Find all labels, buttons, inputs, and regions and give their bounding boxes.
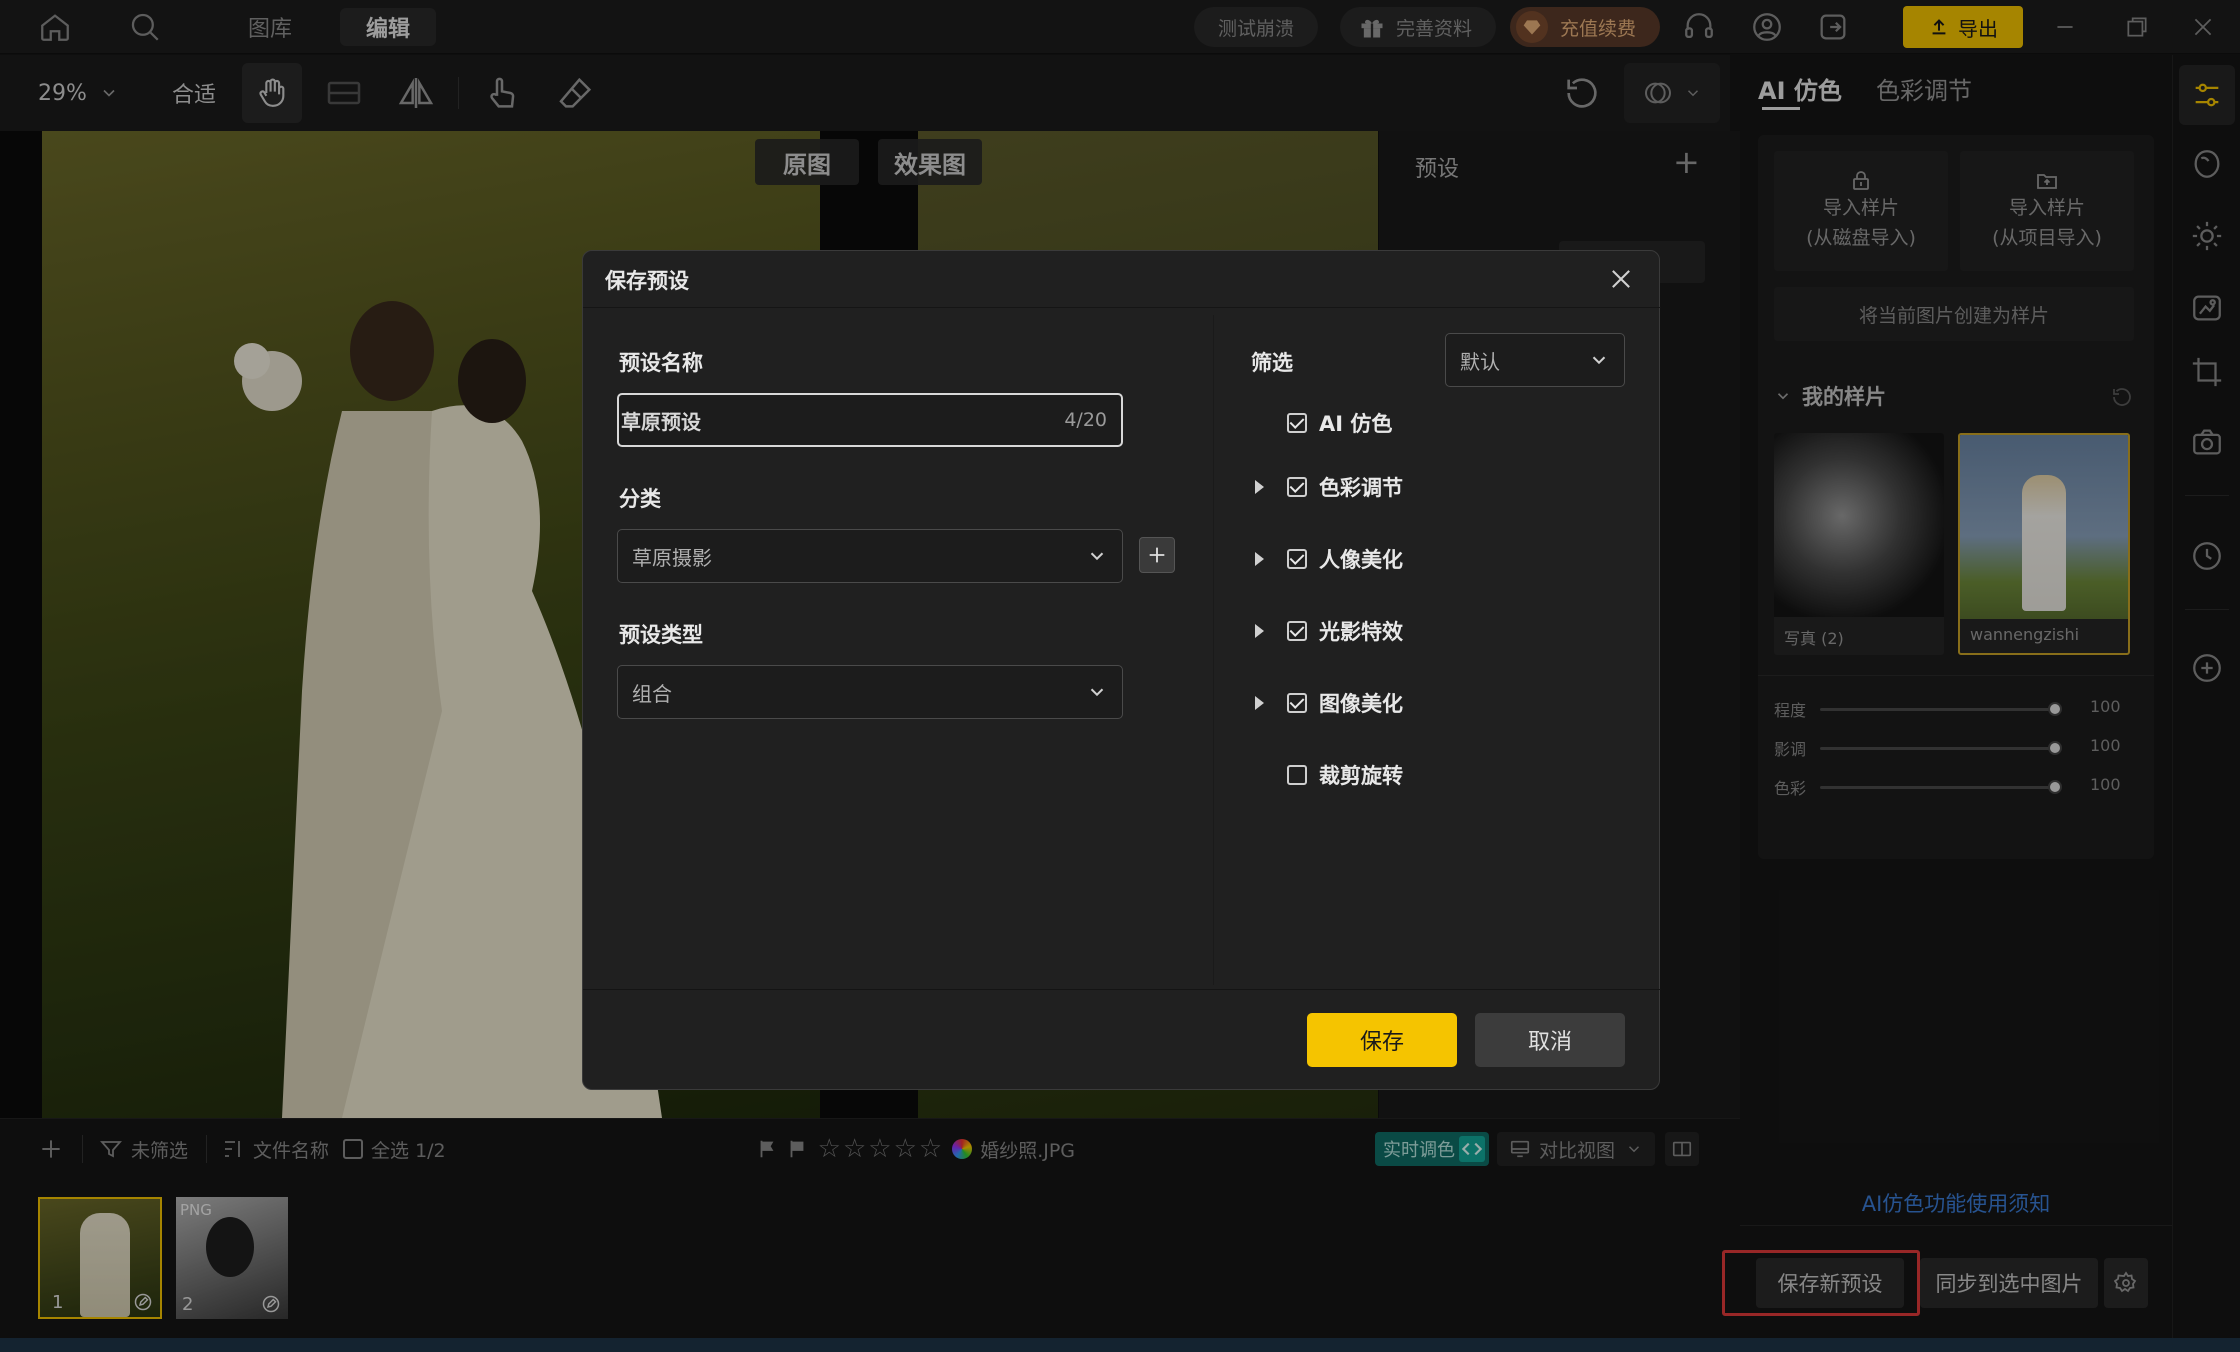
chevron-down-icon [1086,545,1108,567]
close-icon[interactable] [1607,265,1635,293]
dialog-title: 保存预设 [605,269,689,293]
option-light-effects[interactable]: 光影特效 [1287,613,1403,649]
checkbox[interactable] [1287,477,1307,497]
char-counter: 4/20 [1064,409,1107,431]
save-preset-dialog: 保存预设 预设名称 草原预设 4/20 分类 草原摄影 预设类型 组合 筛选 默… [582,250,1661,1090]
category-label: 分类 [619,487,661,511]
option-crop-rotate[interactable]: 裁剪旋转 [1287,757,1403,793]
preset-type-label: 预设类型 [619,623,703,647]
preset-name-label: 预设名称 [619,351,703,375]
expand-arrow-icon[interactable] [1255,696,1264,710]
category-select[interactable]: 草原摄影 [617,529,1123,583]
chevron-down-icon [1086,681,1108,703]
option-portrait-beauty[interactable]: 人像美化 [1287,541,1403,577]
checkbox[interactable] [1287,549,1307,569]
plus-icon [1146,544,1168,566]
filter-select[interactable]: 默认 [1445,333,1625,387]
checkbox[interactable] [1287,621,1307,641]
checkbox[interactable] [1287,413,1307,433]
preset-type-select[interactable]: 组合 [617,665,1123,719]
preset-name-input[interactable]: 草原预设 4/20 [617,393,1123,447]
expand-arrow-icon[interactable] [1255,480,1264,494]
divider [583,307,1661,308]
checkbox[interactable] [1287,765,1307,785]
option-image-beauty[interactable]: 图像美化 [1287,685,1403,721]
save-button[interactable]: 保存 [1307,1013,1457,1067]
option-ai-color[interactable]: AI 仿色 [1287,405,1392,441]
column-divider [1213,315,1214,985]
chevron-down-icon [1588,349,1610,371]
checkbox[interactable] [1287,693,1307,713]
add-category-button[interactable] [1139,537,1175,573]
option-color-adjust[interactable]: 色彩调节 [1287,469,1403,505]
divider [583,989,1661,990]
expand-arrow-icon[interactable] [1255,624,1264,638]
expand-arrow-icon[interactable] [1255,552,1264,566]
filter-label: 筛选 [1251,351,1293,375]
cancel-button[interactable]: 取消 [1475,1013,1625,1067]
